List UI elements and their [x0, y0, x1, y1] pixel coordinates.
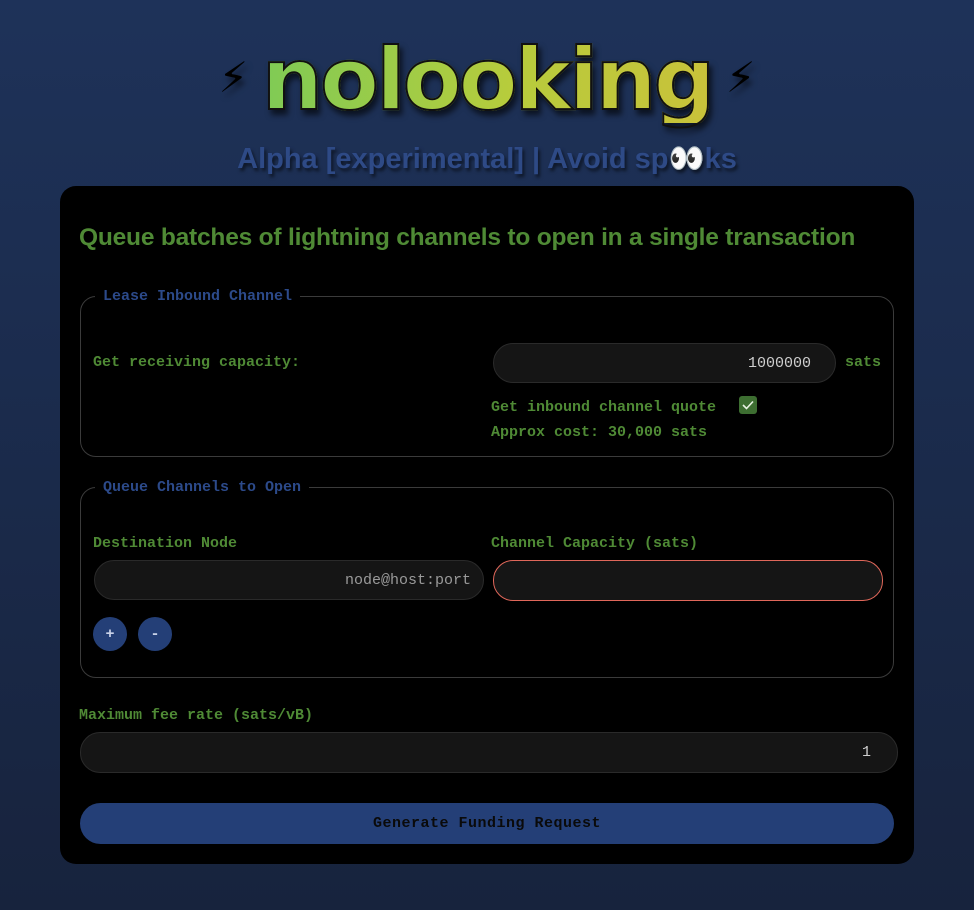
logo[interactable]: nolooking — [261, 36, 716, 124]
receiving-capacity-label: Get receiving capacity: — [93, 354, 301, 371]
sats-unit-label: sats — [845, 354, 882, 371]
channel-capacity-label: Channel Capacity (sats) — [491, 535, 699, 552]
title-row: ⚡ nolooking ⚡ — [0, 30, 974, 130]
receiving-capacity-input[interactable] — [493, 343, 836, 383]
destination-node-label: Destination Node — [93, 535, 238, 552]
page-heading: Queue batches of lightning channels to o… — [79, 224, 856, 251]
subtitle: Alpha [experimental] | Avoid sp👀ks — [237, 143, 737, 175]
lightning-bolt-icon-right: ⚡ — [726, 53, 756, 107]
inbound-quote-label: Get inbound channel quote — [491, 399, 717, 416]
remove-channel-button[interactable]: - — [138, 617, 172, 651]
approx-cost-text: Approx cost: 30,000 sats — [491, 424, 708, 441]
max-fee-rate-input[interactable] — [80, 732, 898, 773]
channel-capacity-input[interactable] — [493, 560, 883, 601]
add-channel-button[interactable]: + — [93, 617, 127, 651]
generate-funding-request-button[interactable]: Generate Funding Request — [80, 803, 894, 844]
check-icon — [742, 400, 754, 410]
inbound-quote-checkbox[interactable] — [739, 396, 757, 414]
main-card: Queue batches of lightning channels to o… — [60, 186, 914, 864]
header: ⚡ nolooking ⚡ Alpha [experimental] | Avo… — [0, 30, 974, 176]
max-fee-rate-label: Maximum fee rate (sats/vB) — [79, 707, 314, 724]
queue-channels-legend: Queue Channels to Open — [103, 479, 302, 496]
lightning-bolt-icon-left: ⚡ — [218, 53, 248, 107]
destination-node-input[interactable] — [94, 560, 484, 600]
lease-inbound-legend: Lease Inbound Channel — [103, 288, 293, 305]
